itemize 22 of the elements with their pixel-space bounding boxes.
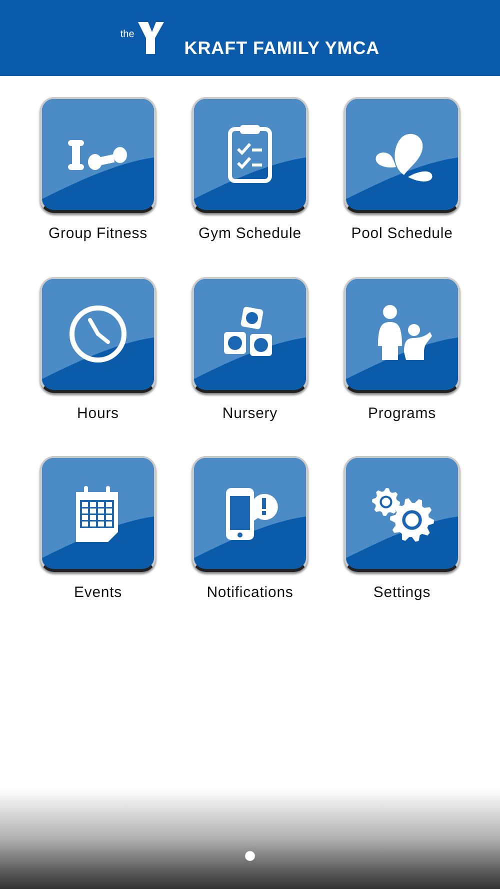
dumbbells-icon [67, 138, 129, 170]
menu-tile[interactable] [344, 97, 460, 213]
tile-label: Events [74, 583, 122, 603]
tile-label: Hours [77, 404, 119, 424]
tile-label: Group Fitness [48, 224, 148, 244]
menu-tile[interactable] [344, 276, 460, 392]
tile-label: Programs [368, 404, 436, 424]
menu-tile[interactable] [192, 276, 308, 392]
menu-tile[interactable] [40, 456, 156, 572]
logo-prefix: the [120, 28, 134, 42]
tile-label: Pool Schedule [351, 224, 453, 244]
y-logo-icon [138, 20, 164, 56]
menu-tile[interactable] [192, 456, 308, 572]
tile-label: Settings [373, 583, 431, 603]
tile-label: Gym Schedule [198, 224, 302, 244]
menu-tile[interactable] [40, 276, 156, 392]
menu-tile[interactable] [192, 97, 308, 213]
tile-label: Nursery [222, 404, 278, 424]
menu-tile[interactable] [40, 97, 156, 213]
tile-label: Notifications [206, 583, 294, 603]
header-title: KRAFT FAMILY YMCA [184, 36, 380, 60]
menu-tile[interactable] [344, 456, 460, 572]
